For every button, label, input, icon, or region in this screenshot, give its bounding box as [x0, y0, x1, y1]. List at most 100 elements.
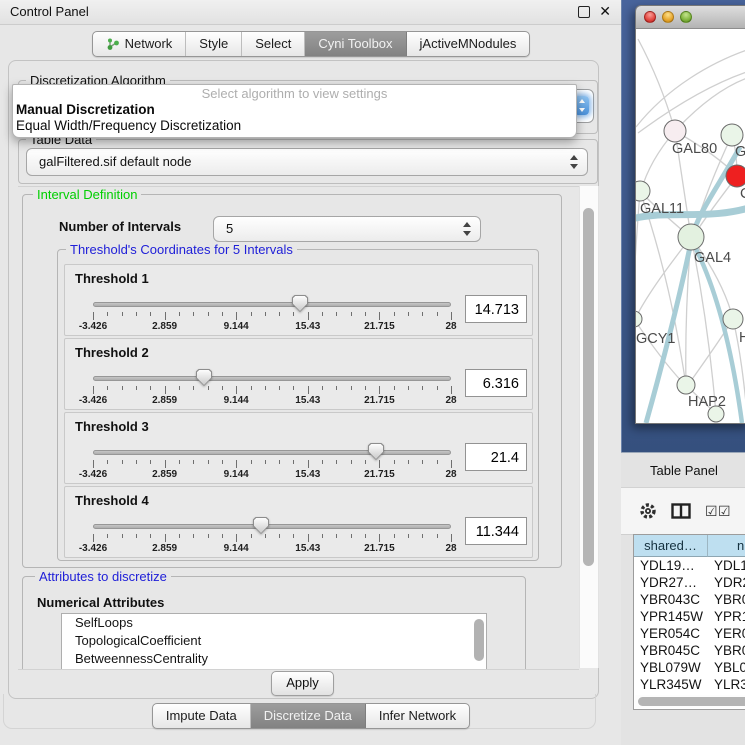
tick-mark [179, 386, 180, 390]
threshold-1-slider[interactable]: -3.4262.8599.14415.4321.71528 [93, 293, 451, 333]
tick-mark [379, 460, 380, 468]
tick-mark [451, 534, 452, 542]
apply-button[interactable]: Apply [271, 671, 334, 696]
slider-thumb[interactable] [196, 369, 212, 386]
network-node-node-top-right[interactable] [721, 124, 743, 146]
table-hscrollbar[interactable] [635, 695, 745, 708]
dropdown-item-manual-discretization[interactable]: Manual Discretization [13, 102, 576, 118]
tick-mark [394, 312, 395, 316]
table-row[interactable]: YPR145WYPR1 [634, 608, 745, 625]
network-node-GAL11[interactable] [636, 181, 650, 201]
tick-mark [322, 312, 323, 316]
tab-style[interactable]: Style [186, 32, 242, 56]
threshold-2-slider[interactable]: -3.4262.8599.14415.4321.71528 [93, 367, 451, 407]
column-header-name[interactable]: n [708, 535, 745, 557]
checkbox-icon[interactable]: ☑ [718, 505, 731, 517]
slider-thumb[interactable] [253, 517, 269, 534]
cell-name: YBL0 [708, 659, 745, 676]
network-node-node-red[interactable] [726, 165, 745, 187]
tab-impute-data[interactable]: Impute Data [153, 704, 251, 728]
threshold-4-slider[interactable]: -3.4262.8599.14415.4321.71528 [93, 515, 451, 555]
attribute-list-item[interactable]: SelfLoops [62, 614, 486, 632]
tick-mark [308, 312, 309, 320]
network-node-GCY1[interactable] [636, 311, 642, 327]
network-node-GAL80[interactable] [664, 120, 686, 142]
close-window-icon[interactable] [644, 11, 656, 23]
table-row[interactable]: YDL19…YDL1 [634, 557, 745, 574]
table-row[interactable]: YDR27…YDR2 [634, 574, 745, 591]
tab-label: Cyni Toolbox [318, 32, 392, 56]
slider-track[interactable] [93, 302, 451, 307]
slider-thumb[interactable] [368, 443, 384, 460]
number-of-intervals-combobox[interactable]: 5 [213, 216, 481, 242]
list-scrollbar-thumb[interactable] [474, 619, 484, 661]
interval-definition-label: Interval Definition [33, 187, 141, 202]
attribute-list-item[interactable]: BetweennessCentrality [62, 650, 486, 668]
attribute-list-item[interactable]: TopologicalCoefficient [62, 632, 486, 650]
threshold-4-value-field[interactable]: 11.344 [465, 517, 527, 545]
main-scrollbar[interactable] [579, 186, 599, 668]
tab-infer-network[interactable]: Infer Network [366, 704, 469, 728]
tab-network[interactable]: Network [93, 32, 187, 56]
tick-mark [251, 312, 252, 316]
tick-mark [93, 386, 94, 394]
table-row[interactable]: YBL079WYBL0 [634, 659, 745, 676]
slider-thumb[interactable] [292, 295, 308, 312]
tick-mark [437, 312, 438, 316]
network-node-GAL4[interactable] [678, 224, 704, 250]
control-panel-titlebar: Control Panel ✕ [0, 0, 622, 25]
tick-mark [308, 386, 309, 394]
slider-track[interactable] [93, 450, 451, 455]
table-data-combobox[interactable]: galFiltered.sif default node [26, 148, 588, 176]
numerical-attributes-list[interactable]: SelfLoopsTopologicalCoefficientBetweenne… [61, 613, 487, 670]
minimize-window-icon[interactable] [662, 11, 674, 23]
table-row[interactable]: YBR045CYBR0 [634, 642, 745, 659]
table-row[interactable]: YBR043CYBR0 [634, 591, 745, 608]
threshold-1-value-field[interactable]: 14.713 [465, 295, 527, 323]
threshold-3-slider[interactable]: -3.4262.8599.14415.4321.71528 [93, 441, 451, 481]
tab-label: Infer Network [379, 704, 456, 728]
table-hscrollbar-thumb[interactable] [638, 697, 745, 706]
table-row[interactable]: YLR345WYLR3 [634, 676, 745, 693]
main-scrollbar-thumb[interactable] [583, 208, 594, 566]
network-canvas[interactable]: GAL80GCGAL11GAL4GCY1HHAP2 [636, 29, 745, 423]
network-window-titlebar[interactable] [636, 6, 745, 29]
cell-name: YLR3 [708, 676, 745, 693]
tab-jactivemnodules[interactable]: jActiveMNodules [407, 32, 530, 56]
split-columns-icon[interactable] [671, 503, 691, 519]
dropdown-hint-item[interactable]: Select algorithm to view settings [13, 85, 576, 102]
number-of-intervals-label: Number of Intervals [59, 219, 181, 234]
dropdown-item-equal-width-frequency[interactable]: Equal Width/Frequency Discretization [13, 118, 576, 134]
column-header-shared[interactable]: shared… [634, 535, 708, 557]
threshold-2-value-field[interactable]: 6.316 [465, 369, 527, 397]
combo-stepper-icon[interactable] [463, 222, 471, 236]
slider-track[interactable] [93, 376, 451, 381]
thresholds-group-label: Threshold's Coordinates for 5 Intervals [66, 242, 297, 257]
tab-select[interactable]: Select [242, 32, 305, 56]
attributes-group-label: Attributes to discretize [35, 569, 171, 584]
tab-discretize-data[interactable]: Discretize Data [251, 704, 366, 728]
tick-mark [394, 534, 395, 538]
close-panel-icon[interactable]: ✕ [599, 3, 611, 20]
tick-mark [422, 534, 423, 538]
float-panel-icon[interactable] [578, 6, 590, 18]
network-node-HAP2[interactable] [677, 376, 695, 394]
checkbox-icon[interactable]: ☑ [705, 505, 718, 517]
cell-shared-name: YDR27… [634, 574, 708, 591]
node-label-C: C [740, 186, 745, 202]
zoom-window-icon[interactable] [680, 11, 692, 23]
tick-label: 28 [445, 395, 456, 406]
number-of-intervals-value: 5 [226, 217, 233, 241]
tick-mark [251, 534, 252, 538]
network-node-node-right[interactable] [723, 309, 743, 329]
combo-stepper-icon[interactable] [570, 155, 578, 169]
gear-icon[interactable] [639, 502, 657, 520]
tick-mark [336, 386, 337, 390]
cell-shared-name: YER054C [634, 625, 708, 642]
tick-label: 21.715 [364, 543, 395, 554]
slider-track[interactable] [93, 524, 451, 529]
threshold-3-value-field[interactable]: 21.4 [465, 443, 527, 471]
tab-cyni-toolbox[interactable]: Cyni Toolbox [305, 32, 406, 56]
network-icon [106, 37, 120, 51]
table-row[interactable]: YER054CYER0 [634, 625, 745, 642]
